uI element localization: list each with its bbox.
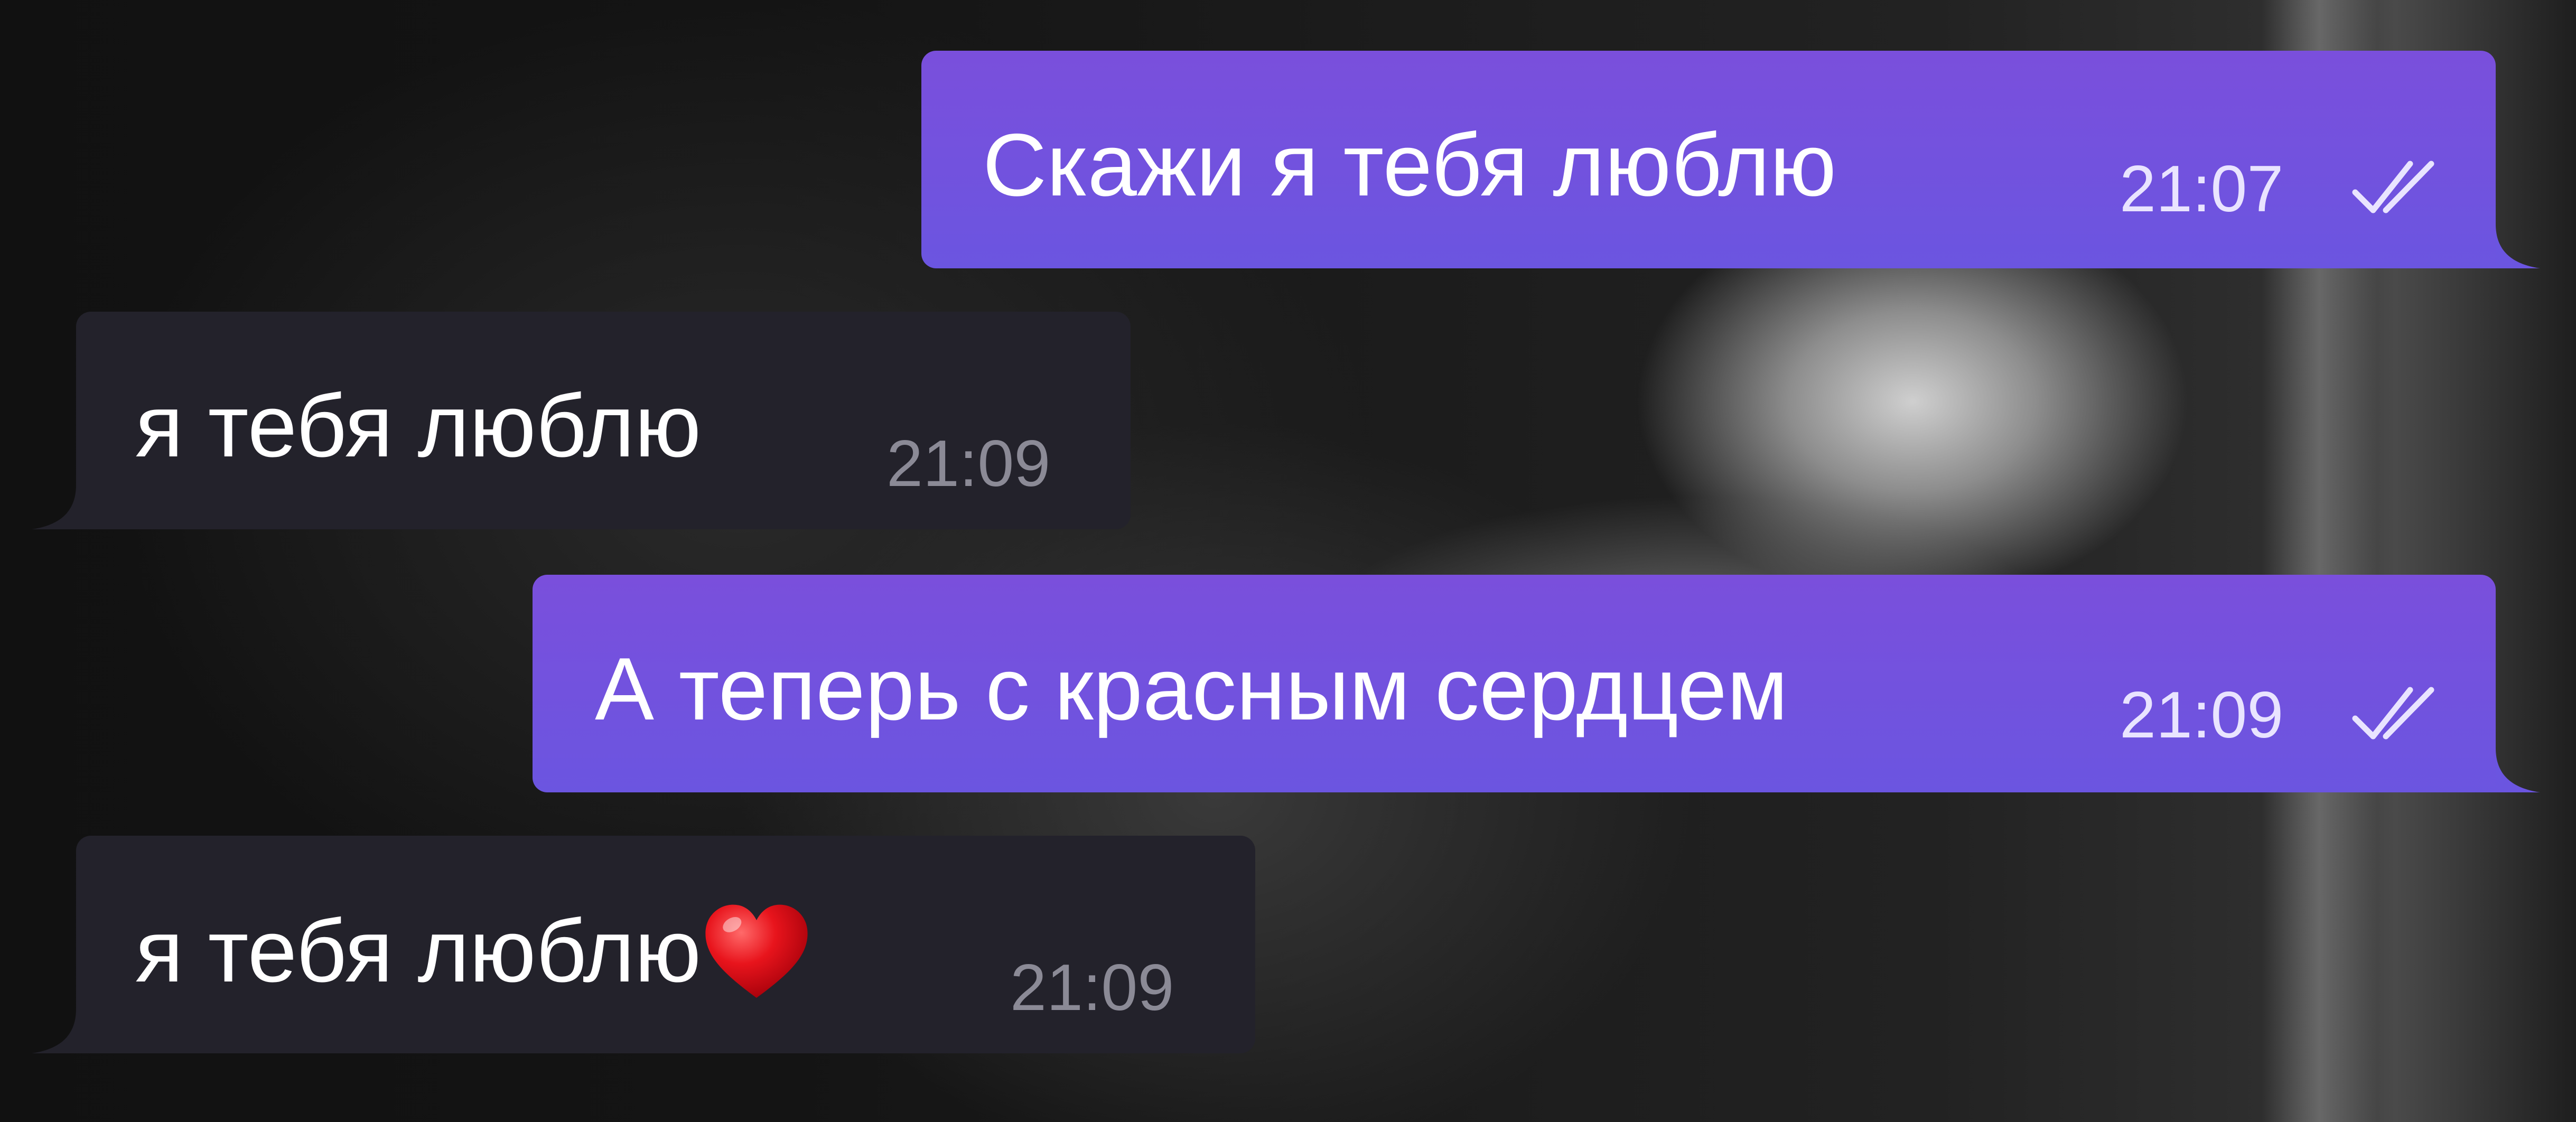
- message-text: Скажи я тебя люблю: [983, 115, 1837, 214]
- message-text: А теперь с красным сердцем: [595, 639, 1788, 738]
- message-bubble-outgoing[interactable]: А теперь с красным сердцем 21:09: [533, 575, 2540, 792]
- double-check-icon: [2352, 161, 2434, 213]
- message-text-content: я тебя люблю: [135, 901, 702, 1001]
- bubble-tail: [2496, 748, 2540, 792]
- red-heart-icon: [705, 904, 808, 998]
- bubble-tail: [2496, 224, 2540, 268]
- double-check-icon: [2352, 687, 2434, 740]
- message-bubble-incoming[interactable]: я тебя люблю 21:09: [32, 836, 1255, 1053]
- message-time: 21:07: [2120, 153, 2284, 226]
- bubble-tail: [32, 1009, 76, 1053]
- bubble-tail: [32, 485, 76, 529]
- message-text: я тебя люблю: [135, 376, 702, 475]
- message-bubble-incoming[interactable]: я тебя люблю 21:09: [32, 312, 1131, 529]
- message-time: 21:09: [886, 427, 1051, 500]
- message-time: 21:09: [2120, 679, 2284, 752]
- message-text: я тебя люблю: [135, 898, 812, 1009]
- message-time: 21:09: [1010, 951, 1174, 1024]
- message-bubble-outgoing[interactable]: Скажи я тебя люблю 21:07: [921, 51, 2540, 268]
